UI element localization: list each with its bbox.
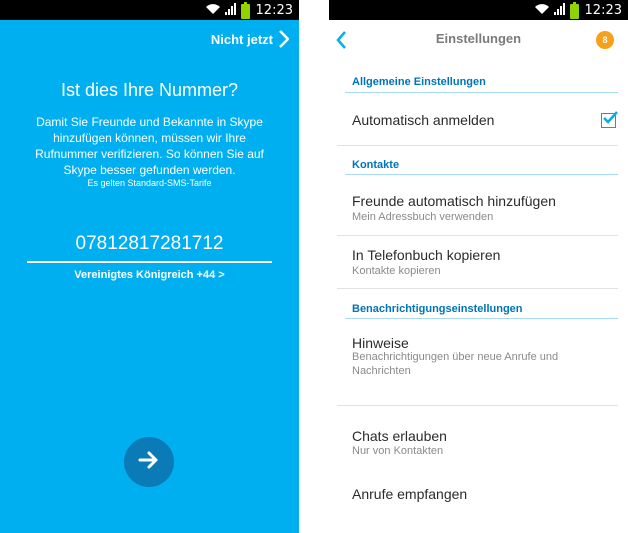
sms-rate-note: Es gelten Standard-SMS-Tarife (87, 178, 212, 188)
section-header-notifications: Benachrichtigungseinstellungen (352, 303, 523, 315)
allow-chats-subtitle: Nur von Kontakten (352, 445, 444, 457)
section-header-contacts: Kontakte (352, 159, 400, 171)
add-friends-subtitle: Mein Adressbuch verwenden (352, 211, 494, 223)
verification-description: Damit Sie Freunde und Bekannte in Skype … (35, 115, 264, 177)
toolbar: Einstellungen 8 (329, 20, 628, 58)
wifi-icon (534, 2, 550, 20)
add-friends-title: Freunde automatisch hinzufügen (352, 193, 556, 209)
status-time: 12:23 (584, 3, 622, 18)
copy-phonebook-subtitle: Kontakte kopieren (352, 265, 441, 277)
arrow-right-icon (138, 450, 160, 475)
phone-verification-screen: 12:23 Nicht jetzt Ist dies Ihre Nummer? … (0, 0, 299, 533)
battery-icon (569, 1, 579, 19)
battery-icon (240, 1, 250, 19)
phone-number-input[interactable]: 07812817281712 (27, 233, 272, 263)
copy-phonebook-title: In Telefonbuch kopieren (352, 247, 501, 263)
status-time: 12:23 (255, 3, 293, 18)
skip-button[interactable]: Nicht jetzt (211, 30, 289, 48)
toolbar-title: Einstellungen (435, 31, 522, 46)
section-header-general: Allgemeine Einstellungen (352, 76, 486, 88)
next-button[interactable] (124, 437, 174, 487)
item-divider (337, 288, 618, 289)
status-bar: 12:23 (0, 0, 299, 20)
signal-icon (224, 2, 237, 20)
signal-icon (553, 2, 566, 20)
hints-title: Hinweise (352, 335, 409, 351)
notification-badge[interactable]: 8 (596, 31, 614, 49)
settings-screen: 12:23 Einstellungen 8 Allgemeine Einstel… (329, 0, 628, 533)
section-divider (345, 92, 618, 93)
item-divider (337, 235, 618, 236)
hints-subtitle: Benachrichtigungen über neue Anrufe und … (352, 351, 559, 377)
section-divider (345, 318, 618, 319)
section-divider (345, 174, 618, 175)
item-divider (337, 145, 618, 146)
skip-label: Nicht jetzt (210, 31, 273, 47)
wifi-icon (205, 2, 221, 20)
auto-login-checkbox[interactable] (601, 111, 618, 128)
item-divider (337, 405, 618, 406)
auto-login-label[interactable]: Automatisch anmelden (352, 112, 494, 128)
allow-chats-title: Chats erlauben (352, 428, 447, 444)
country-selector[interactable]: Vereinigtes Königreich +44 > (0, 269, 299, 281)
page-title: Ist dies Ihre Nummer? (60, 80, 239, 100)
setting-receive-calls[interactable]: Anrufe empfangen (352, 486, 467, 502)
chevron-right-icon (279, 30, 289, 48)
status-bar: 12:23 (329, 0, 628, 20)
